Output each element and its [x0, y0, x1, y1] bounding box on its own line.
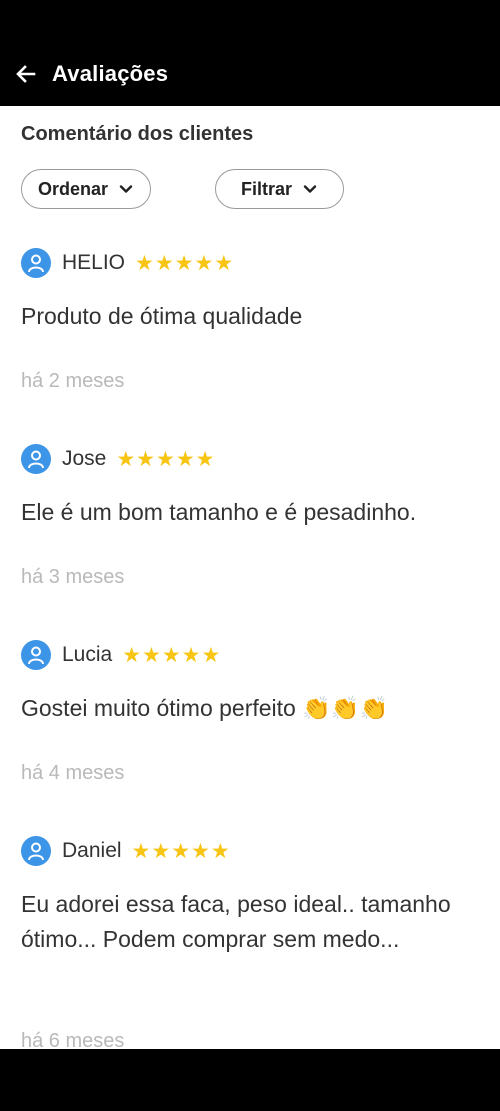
review-item: HELIO ★★★★★ Produto de ótima qualidade h… [0, 247, 500, 407]
star-rating: ★★★★★ [116, 447, 216, 471]
star-rating: ★★★★★ [135, 251, 235, 275]
user-icon [28, 842, 44, 861]
sort-dropdown-button[interactable]: Ordenar [21, 169, 151, 209]
review-item: Lucia ★★★★★ Gostei muito ótimo perfeito … [0, 639, 500, 799]
review-author: Lucia [62, 643, 113, 666]
review-header: HELIO ★★★★★ [21, 247, 234, 279]
chevron-down-icon [119, 185, 133, 193]
avatar [21, 640, 51, 670]
star-rating: ★★★★★ [131, 839, 231, 863]
review-date: há 3 meses [21, 566, 125, 588]
avatar [21, 836, 51, 866]
app-header: Avaliações [0, 0, 500, 106]
review-header: Jose ★★★★★ [21, 443, 216, 475]
user-icon [28, 254, 44, 273]
review-author: Jose [62, 447, 107, 470]
avatar [21, 248, 51, 278]
review-header: Daniel ★★★★★ [21, 835, 231, 867]
review-item: Jose ★★★★★ Ele é um bom tamanho e é pesa… [0, 443, 500, 603]
review-header: Lucia ★★★★★ [21, 639, 221, 671]
review-author: HELIO [62, 251, 126, 274]
page-title: Avaliações [52, 61, 169, 86]
chevron-down-icon [303, 185, 317, 193]
review-date: há 6 meses [21, 1030, 125, 1049]
review-date: há 2 meses [21, 370, 125, 392]
filter-label: Filtrar [240, 178, 292, 199]
review-item: Daniel ★★★★★ Eu adorei essa faca, peso i… [0, 835, 500, 1049]
user-icon [28, 450, 44, 469]
user-icon [28, 646, 44, 665]
review-text: Produto de ótima qualidade [21, 303, 303, 329]
filter-dropdown-button[interactable]: Filtrar [215, 169, 344, 209]
avatar [21, 444, 51, 474]
review-author: Daniel [62, 839, 122, 862]
review-text: Ele é um bom tamanho e é pesadinho. [21, 499, 417, 525]
sort-label: Ordenar [37, 178, 109, 199]
review-text: Eu adorei essa faca, peso ideal.. tamanh… [21, 891, 451, 952]
star-rating: ★★★★★ [122, 643, 222, 667]
reviews-content[interactable]: Comentário dos clientes Ordenar Filtrar … [0, 106, 500, 1049]
review-date: há 4 meses [21, 762, 125, 784]
review-text: Gostei muito ótimo perfeito 👏👏👏 [21, 695, 389, 721]
section-title: Comentário dos clientes [21, 123, 254, 145]
back-button[interactable] [12, 60, 40, 88]
arrow-left-icon [16, 65, 36, 83]
